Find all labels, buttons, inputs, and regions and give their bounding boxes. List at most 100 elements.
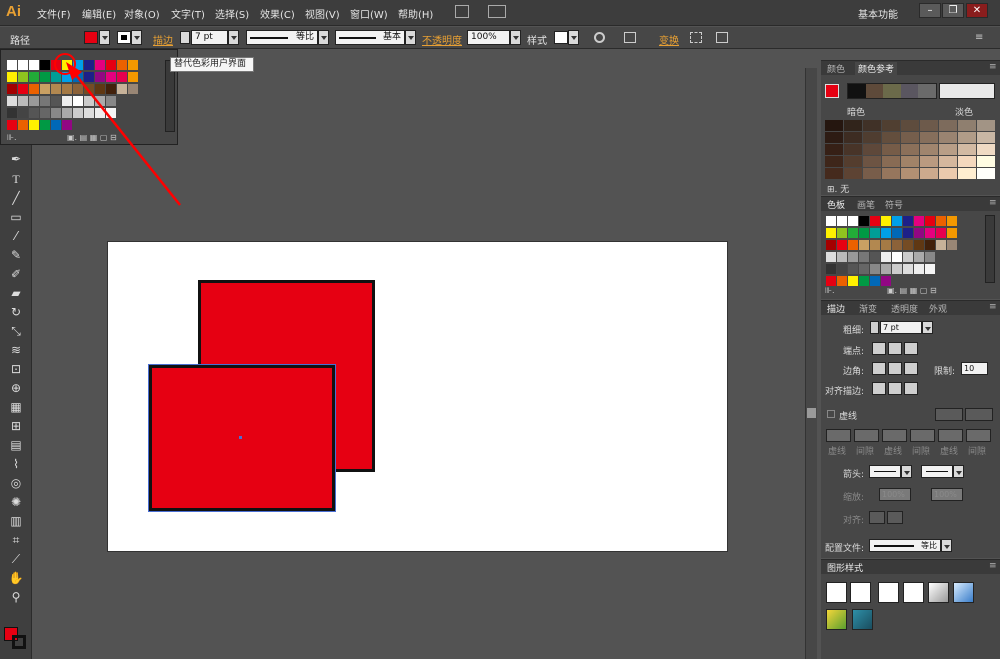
swatch[interactable]	[40, 60, 50, 70]
swatch[interactable]	[848, 240, 858, 250]
swatch[interactable]	[117, 72, 127, 82]
swatch[interactable]	[870, 252, 880, 262]
gradient-tool-icon[interactable]: ▤	[8, 437, 24, 453]
menu-object[interactable]: 对象(O)	[124, 6, 160, 21]
swatch[interactable]	[106, 72, 116, 82]
guide-swatch[interactable]	[882, 168, 900, 179]
swatch[interactable]	[40, 120, 50, 130]
guide-swatch[interactable]	[958, 132, 976, 143]
graphic-style-swatch[interactable]	[554, 31, 568, 44]
dash-field[interactable]	[910, 429, 935, 442]
line-tool-icon[interactable]: ╱	[8, 190, 24, 206]
dash-field[interactable]	[938, 429, 963, 442]
swatch[interactable]	[848, 216, 858, 226]
guide-swatch[interactable]	[920, 120, 938, 131]
panel-menu-icon[interactable]: ≡	[975, 32, 983, 43]
eraser-tool-icon[interactable]: ▰	[8, 285, 24, 301]
guide-swatch[interactable]	[863, 156, 881, 167]
swatch[interactable]	[29, 108, 39, 118]
swatch[interactable]	[947, 228, 957, 238]
swatch[interactable]	[7, 60, 17, 70]
vertical-scrollbar[interactable]	[805, 68, 817, 659]
menu-select[interactable]: 选择(S)	[215, 6, 249, 21]
swatch[interactable]	[914, 228, 924, 238]
swatch[interactable]	[859, 252, 869, 262]
stroke-weight-dropdown[interactable]	[228, 30, 239, 45]
butt-cap-button[interactable]	[872, 342, 886, 355]
paintbrush-tool-icon[interactable]: ⁄	[8, 228, 24, 244]
panel-menu-icon[interactable]: ≡	[989, 302, 997, 312]
swatch[interactable]	[892, 240, 902, 250]
swatch[interactable]	[837, 216, 847, 226]
dash-field[interactable]	[826, 429, 851, 442]
dash-field[interactable]	[882, 429, 907, 442]
menu-view[interactable]: 视图(V)	[305, 6, 340, 21]
swatch[interactable]	[925, 228, 935, 238]
swatch[interactable]	[826, 240, 836, 250]
swatch-actions-icon[interactable]: ▣. ▤ ▦ ▢ ⊟	[67, 133, 117, 142]
swatch[interactable]	[881, 216, 891, 226]
artboard-tool-icon[interactable]: ⌗	[8, 532, 24, 548]
swatch[interactable]	[925, 264, 935, 274]
perspective-grid-icon[interactable]: ▦	[8, 399, 24, 415]
blob-brush-icon[interactable]: ✐	[8, 266, 24, 282]
swatch[interactable]	[128, 60, 138, 70]
arrange-documents-icon[interactable]	[488, 5, 506, 18]
swatch[interactable]	[117, 84, 127, 94]
swatch[interactable]	[51, 108, 61, 118]
align-inside-button[interactable]	[888, 382, 902, 395]
minimize-button[interactable]: –	[919, 3, 941, 18]
dash-field[interactable]	[854, 429, 879, 442]
swatch[interactable]	[848, 276, 858, 286]
guide-swatch[interactable]	[920, 156, 938, 167]
start-arrowhead[interactable]	[869, 465, 901, 478]
front-rectangle[interactable]	[148, 364, 336, 512]
type-tool-icon[interactable]: T	[8, 171, 24, 187]
swatch[interactable]	[84, 96, 94, 106]
swatch[interactable]	[947, 216, 957, 226]
swatch[interactable]	[837, 228, 847, 238]
guide-swatch[interactable]	[939, 120, 957, 131]
opacity-dropdown[interactable]	[510, 30, 521, 45]
swatch[interactable]	[7, 72, 17, 82]
slice-tool-icon[interactable]: ⟋	[8, 551, 24, 567]
guide-swatch[interactable]	[882, 156, 900, 167]
swatch[interactable]	[914, 240, 924, 250]
swatch[interactable]	[848, 252, 858, 262]
profile-dropdown[interactable]	[318, 30, 329, 45]
swatch[interactable]	[870, 264, 880, 274]
swatch[interactable]	[826, 216, 836, 226]
graphic-style-leaf[interactable]	[826, 609, 847, 630]
swatch[interactable]	[881, 240, 891, 250]
swatch[interactable]	[95, 96, 105, 106]
recolor-artwork-icon[interactable]	[594, 32, 605, 43]
shape-builder-icon[interactable]: ⊕	[8, 380, 24, 396]
graphic-style-white[interactable]	[878, 582, 899, 603]
swatch[interactable]	[73, 96, 83, 106]
guide-swatch[interactable]	[977, 144, 995, 155]
swatch[interactable]	[859, 228, 869, 238]
guide-swatch[interactable]	[901, 156, 919, 167]
swatch[interactable]	[903, 216, 913, 226]
dashed-line-checkbox[interactable]	[827, 410, 835, 418]
swatch[interactable]	[40, 96, 50, 106]
swatch[interactable]	[95, 60, 105, 70]
end-arrowhead[interactable]	[921, 465, 953, 478]
swatch[interactable]	[826, 276, 836, 286]
swatch[interactable]	[936, 228, 946, 238]
projecting-cap-button[interactable]	[904, 342, 918, 355]
guide-swatch[interactable]	[939, 168, 957, 179]
harmony-colors[interactable]	[847, 83, 937, 99]
guide-swatch[interactable]	[844, 144, 862, 155]
swatch[interactable]	[870, 276, 880, 286]
symbol-sprayer-icon[interactable]: ✺	[8, 494, 24, 510]
swatch[interactable]	[106, 84, 116, 94]
swatch[interactable]	[62, 84, 72, 94]
swatch[interactable]	[903, 264, 913, 274]
swatch[interactable]	[859, 276, 869, 286]
swatch[interactable]	[73, 84, 83, 94]
guide-swatch[interactable]	[977, 168, 995, 179]
swatch[interactable]	[848, 264, 858, 274]
swatch[interactable]	[29, 72, 39, 82]
graphic-style-default[interactable]	[826, 582, 847, 603]
